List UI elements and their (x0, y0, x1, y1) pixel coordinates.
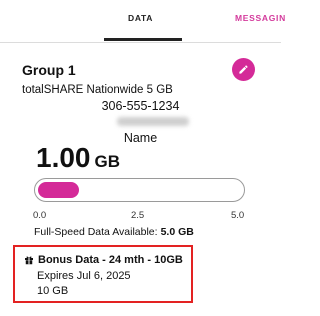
available-data: Full-Speed Data Available: 5.0 GB (34, 226, 194, 238)
bonus-expiry: Expires Jul 6, 2025 (37, 270, 131, 282)
phone-number: 306-555-1234 (101, 99, 180, 113)
available-value: 5.0 GB (160, 226, 194, 238)
usage-progress-bar (34, 178, 245, 202)
usage-amount: 1.00 GB (36, 142, 120, 174)
tab-bar: DATA MESSAGIN (0, 0, 285, 43)
plan-name: totalSHARE Nationwide 5 GB (22, 84, 173, 96)
redacted-text (117, 117, 189, 126)
tab-data-indicator (104, 38, 182, 41)
usage-unit: GB (94, 152, 121, 171)
group-title: Group 1 (22, 62, 76, 78)
gift-icon (25, 256, 33, 265)
edit-button[interactable] (232, 58, 255, 81)
scale-min-label: 0.0 (33, 210, 47, 221)
usage-value: 1.00 (36, 142, 91, 173)
bonus-data-card: Bonus Data - 24 mth - 10GB Expires Jul 6… (13, 245, 193, 303)
scale-max-label: 5.0 (231, 210, 245, 221)
pencil-icon (239, 65, 248, 74)
tab-messaging[interactable]: MESSAGIN (235, 13, 286, 23)
bonus-amount: 10 GB (37, 285, 69, 297)
tab-data[interactable]: DATA (128, 13, 153, 23)
available-label: Full-Speed Data Available: (34, 226, 158, 238)
bonus-title-row: Bonus Data - 24 mth - 10GB (24, 254, 183, 266)
scale-mid-label: 2.5 (131, 210, 145, 221)
usage-progress-fill (38, 182, 79, 198)
bonus-title: Bonus Data - 24 mth - 10GB (38, 254, 183, 266)
